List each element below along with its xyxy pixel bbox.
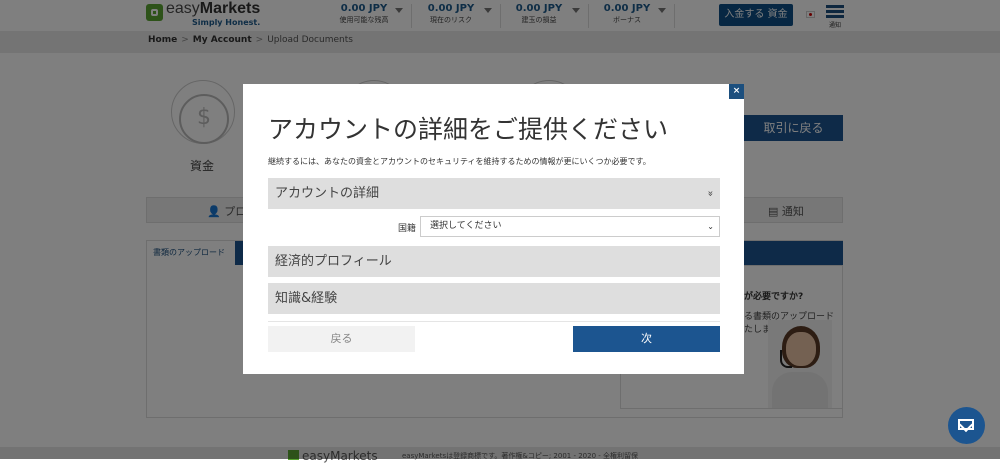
back-button[interactable]: 戻る <box>268 326 415 352</box>
section-label: 経済的プロフィール <box>275 254 392 269</box>
section-label: アカウントの詳細 <box>275 186 380 201</box>
modal-description: 継続するには、あなたの資金とアカウントのセキュリティを維持するための情報が更にい… <box>268 157 651 166</box>
section-account-details[interactable]: アカウントの詳細 » <box>268 178 720 209</box>
chevron-double-down-icon: » <box>704 190 716 197</box>
modal-title: アカウントの詳細をご提供ください <box>268 115 669 144</box>
divider <box>268 321 720 322</box>
section-knowledge-experience[interactable]: 知識&経験 <box>268 283 720 314</box>
close-button[interactable]: × <box>729 84 744 99</box>
chevron-down-icon: ⌄ <box>707 222 714 231</box>
nationality-select[interactable]: 選択してください ⌄ <box>420 216 720 237</box>
next-button[interactable]: 次 <box>573 326 720 352</box>
section-economic-profile[interactable]: 経済的プロフィール <box>268 246 720 277</box>
section-label: 知識&経験 <box>275 291 338 306</box>
envelope-icon <box>958 419 974 430</box>
nationality-label: 国籍 <box>398 224 417 234</box>
nationality-value: 選択してください <box>430 221 502 231</box>
chat-button[interactable] <box>948 407 985 444</box>
